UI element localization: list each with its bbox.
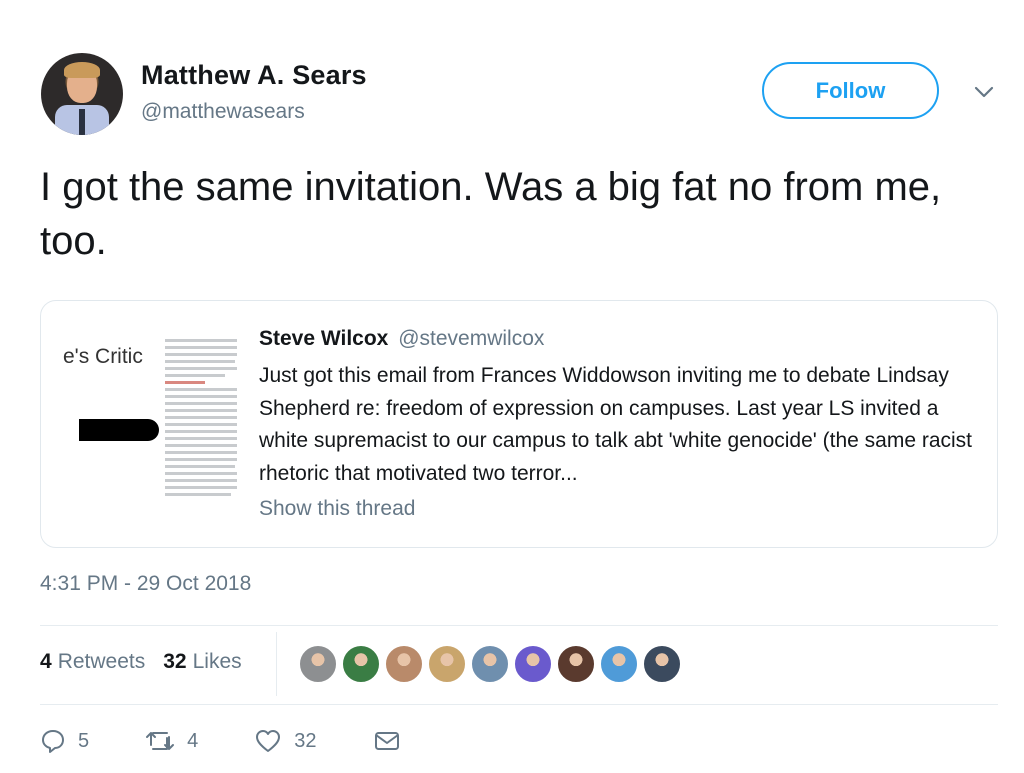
chevron-down-icon[interactable]: [970, 80, 998, 104]
tweet-timestamp[interactable]: 4:31 PM - 29 Oct 2018: [40, 572, 251, 596]
quoted-author: Steve Wilcox @stevemwilcox: [259, 327, 544, 351]
like-count: 32: [294, 729, 317, 752]
engagement-stats: 4 Retweets 32 Likes: [40, 650, 242, 674]
stats-separator: [276, 632, 277, 696]
liker-avatar[interactable]: [599, 644, 639, 684]
quoted-tweet[interactable]: e's Critic Steve Wilcox @stevemwilcox Ju…: [40, 300, 998, 548]
quoted-tweet-image[interactable]: e's Critic: [57, 317, 237, 507]
reply-icon: [42, 730, 64, 753]
divider: [40, 704, 998, 705]
liker-avatar[interactable]: [341, 644, 381, 684]
direct-message-button[interactable]: [373, 729, 413, 753]
likes-stat[interactable]: 32 Likes: [163, 650, 241, 674]
liker-avatar[interactable]: [470, 644, 510, 684]
avatar-hair: [64, 62, 100, 78]
likes-count: 32: [163, 650, 187, 673]
quoted-tweet-text: Just got this email from Frances Widdows…: [259, 364, 973, 485]
like-button[interactable]: 32: [254, 728, 317, 754]
tweet-actions: 5 4 32: [40, 728, 469, 754]
avatar-tie: [79, 109, 85, 135]
redaction-bar: [79, 419, 159, 441]
image-text: e's Critic: [63, 345, 143, 368]
liker-avatar[interactable]: [642, 644, 682, 684]
reply-count: 5: [78, 729, 90, 752]
tweet-text: I got the same invitation. Was a big fat…: [40, 165, 942, 263]
tweet: Matthew A. Sears @matthewasears Follow I…: [0, 0, 1024, 773]
quoted-author-name[interactable]: Steve Wilcox: [259, 327, 388, 350]
heart-icon: [256, 730, 281, 752]
liker-avatar[interactable]: [298, 644, 338, 684]
show-thread-link[interactable]: Show this thread: [259, 497, 415, 521]
liker-avatar[interactable]: [513, 644, 553, 684]
retweet-count: 4: [187, 729, 199, 752]
retweets-stat[interactable]: 4 Retweets: [40, 650, 145, 674]
document-lines: [165, 339, 237, 507]
likes-label: Likes: [192, 650, 242, 673]
retweet-icon: [146, 732, 175, 750]
retweet-button[interactable]: 4: [145, 729, 198, 753]
author-avatar[interactable]: [41, 53, 123, 135]
liker-avatars: [298, 644, 685, 684]
reply-button[interactable]: 5: [40, 728, 89, 754]
retweets-label: Retweets: [57, 650, 146, 673]
liker-avatar[interactable]: [384, 644, 424, 684]
liker-avatar[interactable]: [556, 644, 596, 684]
follow-button[interactable]: Follow: [762, 62, 939, 119]
author-name[interactable]: Matthew A. Sears: [141, 60, 367, 91]
envelope-icon: [374, 732, 399, 750]
quoted-author-handle[interactable]: @stevemwilcox: [398, 327, 544, 350]
author-handle[interactable]: @matthewasears: [141, 100, 305, 124]
divider: [40, 625, 998, 626]
retweets-count: 4: [40, 650, 52, 673]
liker-avatar[interactable]: [427, 644, 467, 684]
